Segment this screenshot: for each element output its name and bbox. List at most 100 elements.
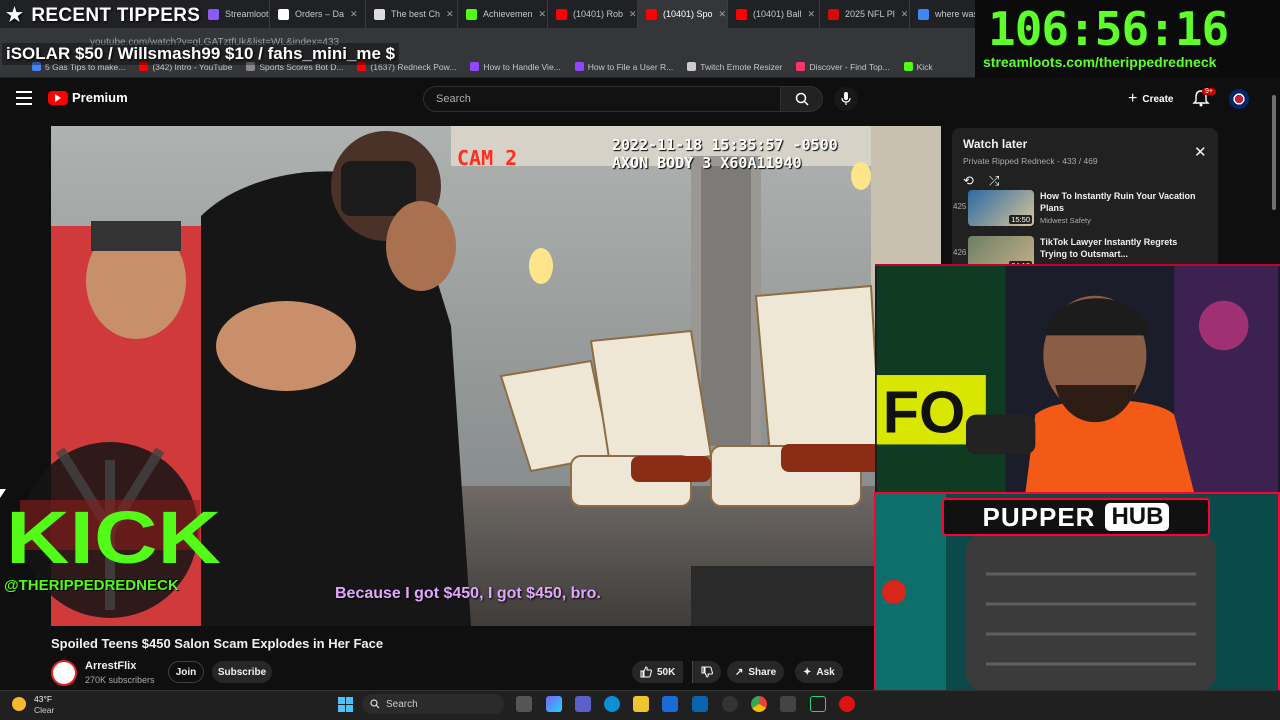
tab-favicon-icon: [556, 8, 567, 20]
chrome-icon[interactable]: [751, 696, 767, 712]
bodycam-label: CAM 2: [457, 146, 518, 170]
playlist-item-thumbnail[interactable]: 15:50: [968, 190, 1034, 226]
mouse-cursor-icon: [0, 489, 6, 498]
bookmark-label: Discover - Find Top...: [809, 61, 890, 72]
outlook-icon[interactable]: [692, 696, 708, 712]
tab-favicon-icon: [828, 8, 839, 20]
tab-favicon-icon: [736, 8, 747, 20]
share-button[interactable]: ↗ Share: [727, 661, 785, 683]
ask-button[interactable]: ✦ Ask: [795, 661, 843, 683]
browser-tab[interactable]: Streamloots✕: [200, 0, 270, 28]
create-button[interactable]: + Create: [1122, 89, 1179, 109]
terminal-icon[interactable]: [810, 696, 826, 712]
tab-favicon-icon: [278, 8, 289, 20]
bodycam-device-line: AXON BODY 3 X60A11940: [612, 154, 802, 172]
youtube-play-icon: [48, 90, 68, 105]
file-explorer-icon[interactable]: [633, 696, 649, 712]
obs-icon[interactable]: [722, 696, 738, 712]
tab-label: (10401) Rob: [573, 9, 624, 19]
windows-start-icon[interactable]: [338, 697, 353, 712]
loop-playlist-icon[interactable]: ⟲: [963, 173, 974, 189]
bookmark-item[interactable]: Kick: [903, 62, 933, 72]
channel-subscriber-count: 270K subscribers: [85, 675, 155, 685]
microphone-icon: [841, 92, 851, 105]
youtube-logo[interactable]: Premium: [48, 90, 128, 105]
bodycam-timestamp: 2022-11-18 15:35:57 -0500 AXON BODY 3 X6…: [612, 136, 838, 172]
tab-label: Streamloots: [225, 9, 270, 19]
tab-favicon-icon: [374, 8, 385, 20]
video-title: Spoiled Teens $450 Salon Scam Explodes i…: [51, 636, 384, 651]
shuffle-playlist-icon[interactable]: ⤮: [989, 173, 999, 189]
search-input[interactable]: Search: [423, 86, 781, 112]
close-tab-icon[interactable]: ✕: [901, 9, 909, 20]
share-icon: ↗: [735, 666, 744, 678]
edge-icon[interactable]: [604, 696, 620, 712]
close-tab-icon[interactable]: ✕: [719, 9, 727, 20]
weather-sun-icon[interactable]: [12, 697, 26, 711]
close-tab-icon[interactable]: ✕: [350, 9, 358, 20]
bookmark-favicon-icon: [687, 62, 697, 71]
bookmark-item[interactable]: Twitch Emote Resizer: [687, 62, 782, 72]
tab-label: (10401) Spo: [663, 9, 713, 19]
dislike-button[interactable]: [692, 661, 721, 683]
menu-icon[interactable]: [16, 91, 32, 105]
teams-icon[interactable]: [575, 696, 591, 712]
scrollbar-thumb[interactable]: [1272, 95, 1276, 210]
browser-tab[interactable]: 2025 NFL Pl ✕: [820, 0, 910, 28]
svg-text:KICK: KICK: [6, 496, 221, 579]
task-view-icon[interactable]: [516, 696, 532, 712]
svg-text:FO: FO: [883, 379, 966, 446]
playlist-item-title[interactable]: TikTok Lawyer Instantly Regrets Trying t…: [1040, 236, 1200, 260]
account-avatar[interactable]: [1229, 89, 1249, 109]
copilot-icon[interactable]: [546, 696, 562, 712]
join-button[interactable]: Join: [168, 661, 204, 683]
countdown-timer: 106:56:16: [988, 2, 1229, 56]
close-tab-icon[interactable]: ✕: [446, 9, 454, 20]
bookmark-label: How to Handle Vie...: [483, 61, 561, 72]
ask-label: Ask: [816, 666, 835, 678]
bookmark-favicon-icon: [796, 62, 806, 71]
close-tab-icon[interactable]: ✕: [539, 9, 547, 20]
browser-tab[interactable]: The best Ch ✕: [366, 0, 458, 28]
bookmark-favicon-icon: [903, 62, 913, 71]
tab-label: Orders – Da: [295, 9, 345, 19]
browser-tab[interactable]: Achievemen ✕: [458, 0, 548, 28]
close-tab-icon[interactable]: ✕: [629, 9, 637, 20]
voice-search-button[interactable]: [834, 87, 858, 111]
playlist-item[interactable]: 425 15:50 How To Instantly Ruin Your Vacat…: [952, 190, 1218, 234]
browser-tab[interactable]: (10401) Spo ✕: [638, 0, 728, 28]
browser-tab[interactable]: Orders – Da ✕: [270, 0, 366, 28]
subscribe-button[interactable]: Subscribe: [212, 661, 272, 683]
playlist-title[interactable]: Watch later: [963, 137, 1027, 151]
close-tab-icon[interactable]: ✕: [808, 9, 816, 20]
tab-label: (10401) Ball: [753, 9, 802, 19]
weather-temperature[interactable]: 43°F: [34, 694, 52, 704]
bookmark-item[interactable]: How to Handle Vie...: [470, 61, 561, 72]
search-icon: [370, 699, 380, 709]
bookmark-item[interactable]: How to File a User R...: [574, 62, 673, 72]
thumbs-down-icon: [701, 666, 713, 678]
like-count: 50K: [657, 666, 676, 678]
youtube-logo-text: Premium: [72, 90, 128, 105]
bookmark-favicon-icon: [574, 62, 584, 71]
browser-tab[interactable]: (10401) Ball ✕: [728, 0, 820, 28]
browser-tab[interactable]: (10401) Rob ✕: [548, 0, 638, 28]
taskbar-search-label: Search: [386, 698, 418, 710]
close-playlist-icon[interactable]: ✕: [1194, 143, 1207, 161]
tab-favicon-icon: [466, 8, 477, 20]
create-label: Create: [1142, 93, 1174, 105]
channel-avatar[interactable]: [51, 660, 77, 686]
channel-name[interactable]: ArrestFlix: [85, 660, 136, 672]
taskbar-search[interactable]: Search: [362, 694, 504, 714]
like-button[interactable]: 50K: [632, 661, 684, 683]
search-icon: [795, 92, 809, 106]
search-button[interactable]: [781, 86, 823, 112]
app-icon[interactable]: [780, 696, 796, 712]
weather-description: Clear: [34, 705, 55, 715]
playlist-item-title[interactable]: How To Instantly Ruin Your Vacation Plan…: [1040, 190, 1200, 214]
tab-label: 2025 NFL Pl: [845, 9, 895, 19]
streaming-app-icon[interactable]: [839, 696, 855, 712]
store-icon[interactable]: [662, 696, 678, 712]
bookmark-item[interactable]: Discover - Find Top...: [796, 61, 890, 72]
tab-label: Achievemen: [483, 9, 533, 19]
